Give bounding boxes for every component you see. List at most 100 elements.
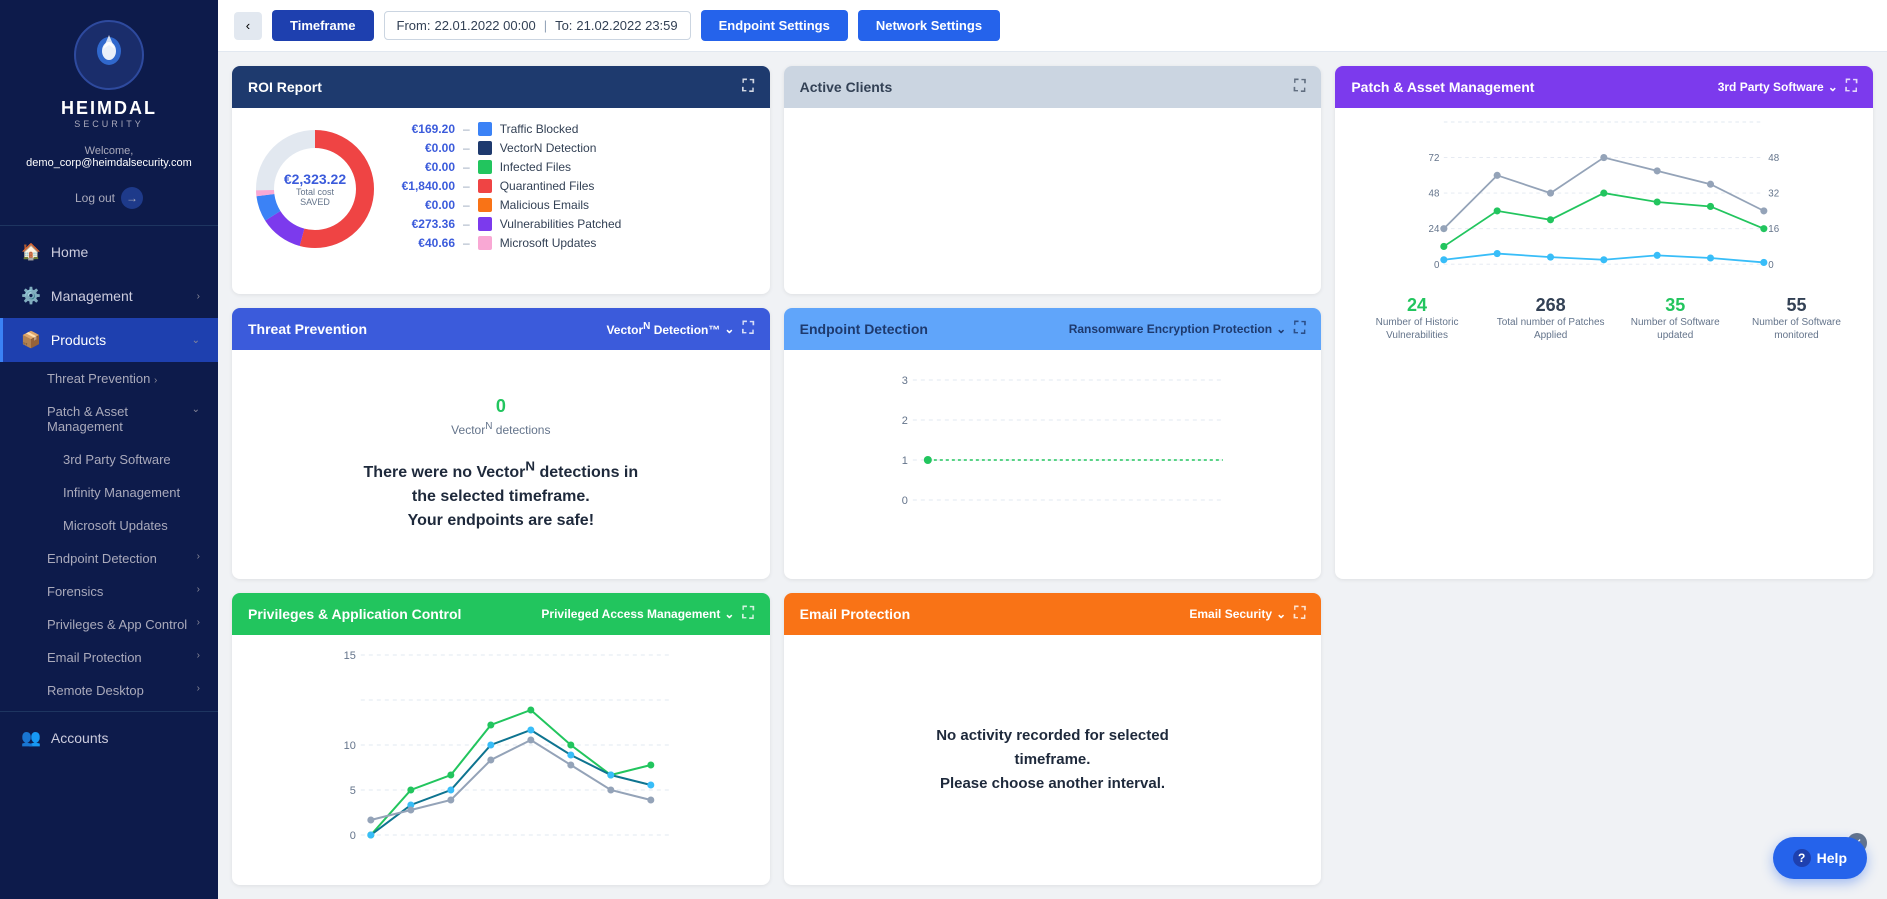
privileges-dropdown-label: Privileged Access Management — [541, 607, 720, 621]
privileges-dropdown[interactable]: Privileged Access Management ⌄ — [541, 607, 734, 621]
help-button[interactable]: ? Help — [1773, 837, 1867, 879]
roi-donut-chart: €2,323.22 Total cost SAVED — [250, 124, 380, 254]
patch-dropdown[interactable]: 3rd Party Software ⌄ — [1718, 80, 1838, 94]
legend-amount-ms: €40.66 — [400, 236, 455, 250]
svg-text:0: 0 — [1769, 260, 1775, 271]
sidebar-item-home[interactable]: 🏠 Home — [0, 230, 218, 274]
endpoint-header-right: Ransomware Encryption Protection ⌄ ⛶ — [1069, 320, 1306, 338]
privileges-expand-icon[interactable]: ⛶ — [742, 605, 753, 623]
patch-stat-updated-label: Number of Software updated — [1617, 316, 1734, 342]
threat-dropdown[interactable]: VectorN Detection™ ⌄ — [606, 321, 734, 337]
legend-dot-ms — [478, 236, 492, 250]
from-value: 22.01.2022 00:00 — [434, 18, 535, 33]
svg-text:5: 5 — [350, 785, 356, 797]
patch-title: Patch & Asset Management — [1351, 79, 1534, 95]
active-clients-body — [784, 108, 1322, 294]
threat-prevention-card: Threat Prevention VectorN Detection™ ⌄ ⛶… — [232, 308, 770, 580]
endpoint-dropdown-chevron: ⌄ — [1276, 322, 1286, 336]
endpoint-card: Endpoint Detection Ransomware Encryption… — [784, 308, 1322, 580]
welcome-text: Welcome, — [10, 145, 208, 157]
sidebar-item-ms-updates[interactable]: Microsoft Updates — [0, 509, 218, 542]
nav-endpoint-label: Endpoint Detection — [47, 551, 157, 566]
active-expand-icon[interactable]: ⛶ — [1294, 78, 1305, 96]
endpoint-title: Endpoint Detection — [800, 321, 928, 337]
help-circle-icon: ? — [1793, 849, 1811, 867]
legend-amount-infected: €0.00 — [400, 160, 455, 174]
sidebar-item-products[interactable]: 📦 Products ⌄ — [0, 318, 218, 362]
patch-stat-historic: 24 Number of Historic Vulnerabilities — [1349, 295, 1484, 342]
privileges-title: Privileges & Application Control — [248, 606, 461, 622]
nav-management-label: Management — [51, 288, 133, 304]
endpoint-dropdown[interactable]: Ransomware Encryption Protection ⌄ — [1069, 322, 1286, 336]
sidebar-item-patch[interactable]: Patch & Asset Management ⌄ — [0, 395, 218, 443]
roi-body: €2,323.22 Total cost SAVED €169.20 – Tra… — [232, 108, 770, 269]
email-msg-line3: Please choose another interval. — [940, 775, 1165, 792]
to-label: To: — [555, 18, 572, 33]
timeframe-button[interactable]: Timeframe — [272, 10, 374, 41]
endpoint-expand-icon[interactable]: ⛶ — [1294, 320, 1305, 338]
email-chevron: › — [197, 650, 200, 665]
dashboard: ROI Report ⛶ — [218, 52, 1887, 899]
management-chevron: › — [197, 291, 200, 302]
svg-text:0: 0 — [1434, 260, 1440, 271]
legend-dot-malicious — [478, 198, 492, 212]
threat-sublabel: VectorN detections — [451, 421, 550, 437]
legend-label-quarantined: Quarantined Files — [500, 179, 595, 193]
svg-text:16: 16 — [1769, 224, 1780, 235]
sidebar-item-email[interactable]: Email Protection › — [0, 641, 218, 674]
sidebar-item-accounts[interactable]: 👥 Accounts — [0, 716, 218, 760]
sidebar-item-threat-prevention[interactable]: Threat Prevention › — [0, 362, 218, 395]
legend-amount-quarantined: €1,840.00 — [400, 179, 455, 193]
divider-bottom — [0, 711, 218, 712]
collapse-sidebar-button[interactable]: ‹ — [234, 12, 262, 40]
email-dropdown[interactable]: Email Security ⌄ — [1189, 607, 1286, 621]
remote-chevron: › — [197, 683, 200, 698]
svg-text:10: 10 — [344, 740, 356, 752]
email-msg-line1: No activity recorded for selected — [936, 727, 1169, 744]
email-title: Email Protection — [800, 606, 910, 622]
divider-top — [0, 225, 218, 226]
endpoint-card-header: Endpoint Detection Ransomware Encryption… — [784, 308, 1322, 350]
legend-dot-traffic — [478, 122, 492, 136]
endpoint-dropdown-label: Ransomware Encryption Protection — [1069, 322, 1272, 336]
roi-card-header: ROI Report ⛶ — [232, 66, 770, 108]
roi-title: ROI Report — [248, 79, 322, 95]
svg-text:72: 72 — [1429, 153, 1440, 164]
legend-label-vuln: Vulnerabilities Patched — [500, 217, 622, 231]
sidebar-item-privileges[interactable]: Privileges & App Control › — [0, 608, 218, 641]
svg-text:32: 32 — [1769, 189, 1780, 200]
legend-amount-vuln: €273.36 — [400, 217, 455, 231]
patch-stat-monitored-label: Number of Software monitored — [1734, 316, 1859, 342]
to-value: 21.02.2022 23:59 — [576, 18, 677, 33]
email-card: Email Protection Email Security ⌄ ⛶ No a… — [784, 593, 1322, 885]
roi-sublabel: Total cost SAVED — [283, 187, 348, 207]
patch-expand-icon[interactable]: ⛶ — [1846, 78, 1857, 96]
svg-text:3: 3 — [901, 375, 907, 387]
email-expand-icon[interactable]: ⛶ — [1294, 605, 1305, 623]
sidebar-item-endpoint[interactable]: Endpoint Detection › — [0, 542, 218, 575]
endpoint-settings-button[interactable]: Endpoint Settings — [701, 10, 848, 41]
email-dropdown-label: Email Security — [1189, 607, 1272, 621]
threat-count: 0 — [496, 396, 506, 417]
sidebar-item-3rdparty[interactable]: 3rd Party Software — [0, 443, 218, 476]
products-icon: 📦 — [21, 330, 41, 350]
nav-email-label: Email Protection — [47, 650, 142, 665]
network-settings-button[interactable]: Network Settings — [858, 10, 1000, 41]
roi-expand-icon[interactable]: ⛶ — [742, 78, 753, 96]
email-card-header: Email Protection Email Security ⌄ ⛶ — [784, 593, 1322, 635]
patch-stat-monitored: 55 Number of Software monitored — [1734, 295, 1859, 342]
nav-privileges-label: Privileges & App Control — [47, 617, 187, 632]
sidebar-item-management[interactable]: ⚙️ Management › — [0, 274, 218, 318]
sidebar-item-infinity[interactable]: Infinity Management — [0, 476, 218, 509]
privileges-chart: 0 5 10 15 — [246, 645, 756, 845]
nav-accounts-label: Accounts — [51, 730, 109, 746]
home-icon: 🏠 — [21, 242, 41, 262]
logout-button[interactable]: Log out → — [59, 183, 159, 213]
sidebar-item-forensics[interactable]: Forensics › — [0, 575, 218, 608]
sidebar-item-remote[interactable]: Remote Desktop › — [0, 674, 218, 707]
endpoint-body: 0 1 2 3 — [784, 350, 1322, 580]
legend-item-infected: €0.00 – Infected Files — [400, 160, 752, 174]
svg-text:2: 2 — [901, 415, 907, 427]
threat-expand-icon[interactable]: ⛶ — [742, 320, 753, 338]
email-body: No activity recorded for selected timefr… — [784, 635, 1322, 885]
